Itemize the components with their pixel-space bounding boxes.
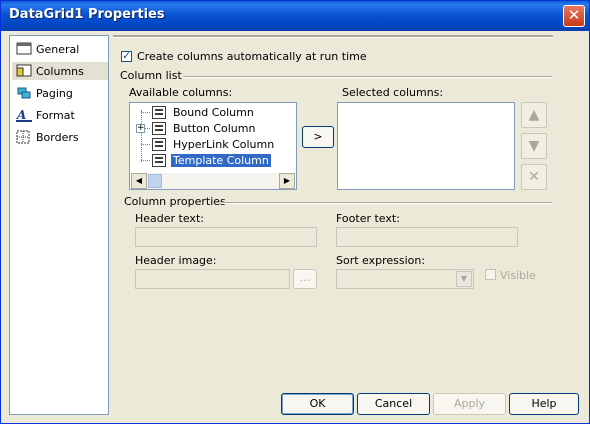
tree-connector: [141, 144, 150, 145]
move-down-button[interactable]: ▼: [521, 133, 547, 159]
nav-item-label: Columns: [36, 64, 84, 78]
title-bar: DataGrid1 Properties ✕: [1, 1, 589, 31]
chevron-down-icon[interactable]: ▼: [456, 271, 472, 287]
add-column-button[interactable]: >: [302, 126, 334, 148]
svg-text:A: A: [16, 108, 26, 122]
list-item[interactable]: HyperLink Column: [152, 136, 276, 152]
category-nav: General Columns Paging A Format Borders: [9, 35, 109, 415]
selected-columns-label: Selected columns:: [342, 86, 444, 99]
scroll-thumb[interactable]: [148, 174, 162, 188]
list-item[interactable]: Template Column: [152, 152, 271, 168]
format-icon: A: [16, 108, 32, 122]
header-text-label: Header text:: [135, 212, 204, 225]
tree-connector: [141, 112, 150, 113]
close-button[interactable]: ✕: [563, 5, 585, 27]
auto-create-label: Create columns automatically at run time: [137, 50, 367, 63]
tree-item-label: HyperLink Column: [173, 137, 275, 151]
column-properties-divider: [223, 202, 552, 204]
available-columns-label: Available columns:: [129, 86, 233, 99]
sort-expression-label: Sort expression:: [336, 254, 426, 267]
paging-icon: [16, 86, 32, 100]
selected-columns-list[interactable]: [337, 102, 515, 190]
visible-checkbox[interactable]: [485, 269, 496, 280]
cancel-button[interactable]: Cancel: [357, 393, 430, 415]
button-column-icon: [152, 121, 166, 135]
help-button[interactable]: Help: [509, 393, 579, 415]
nav-item-paging[interactable]: Paging: [12, 84, 108, 102]
footer-text-label: Footer text:: [336, 212, 400, 225]
header-image-label: Header image:: [135, 254, 217, 267]
tree-item-label: Button Column: [173, 121, 256, 135]
footer-text-field[interactable]: [336, 227, 518, 247]
column-list-label: Column list: [120, 69, 182, 82]
bound-column-icon: [152, 105, 166, 119]
nav-item-label: Borders: [36, 130, 79, 144]
tree-item-label: Template Column: [171, 153, 271, 167]
nav-item-general[interactable]: General: [12, 40, 108, 58]
nav-item-label: Paging: [36, 86, 73, 100]
general-icon: [16, 42, 32, 56]
hyperlink-column-icon: [152, 137, 166, 151]
list-item[interactable]: Bound Column: [152, 104, 256, 120]
borders-icon: [16, 130, 32, 144]
sort-expression-combo[interactable]: ▼: [336, 269, 474, 289]
column-properties-label: Column properties: [124, 195, 226, 208]
nav-item-label: General: [36, 42, 80, 56]
move-up-button[interactable]: ▲: [521, 102, 547, 128]
tree-connector: [141, 110, 142, 162]
template-column-icon: [152, 153, 166, 167]
scroll-left-icon[interactable]: ◀: [131, 173, 147, 189]
delete-column-button[interactable]: ✕: [521, 164, 547, 190]
horizontal-scrollbar[interactable]: ◀ ▶: [131, 173, 295, 189]
properties-dialog: DataGrid1 Properties ✕ General Columns P…: [0, 0, 590, 424]
dialog-body: General Columns Paging A Format Borders …: [5, 31, 585, 421]
browse-button[interactable]: ...: [293, 269, 317, 289]
nav-item-borders[interactable]: Borders: [12, 128, 108, 146]
scroll-right-icon[interactable]: ▶: [279, 173, 295, 189]
nav-item-label: Format: [36, 108, 75, 122]
nav-item-format[interactable]: A Format: [12, 106, 108, 124]
header-image-field[interactable]: [135, 269, 290, 289]
columns-icon: [16, 64, 32, 78]
window-title: DataGrid1 Properties: [9, 7, 165, 22]
nav-item-columns[interactable]: Columns: [12, 62, 108, 80]
top-divider: [113, 35, 553, 38]
tree-connector: [141, 160, 150, 161]
list-item[interactable]: Button Column: [152, 120, 257, 136]
expand-icon[interactable]: +: [136, 124, 145, 133]
header-text-field[interactable]: [135, 227, 317, 247]
column-list-divider: [183, 76, 552, 78]
ok-button[interactable]: OK: [281, 393, 354, 415]
tree-connector: [145, 128, 150, 129]
available-columns-tree[interactable]: + Bound Column Button Column HyperLink C…: [129, 102, 297, 190]
auto-create-checkbox[interactable]: [121, 49, 132, 62]
visible-label: Visible: [500, 269, 536, 282]
tree-item-label: Bound Column: [173, 105, 254, 119]
apply-button[interactable]: Apply: [433, 393, 506, 415]
